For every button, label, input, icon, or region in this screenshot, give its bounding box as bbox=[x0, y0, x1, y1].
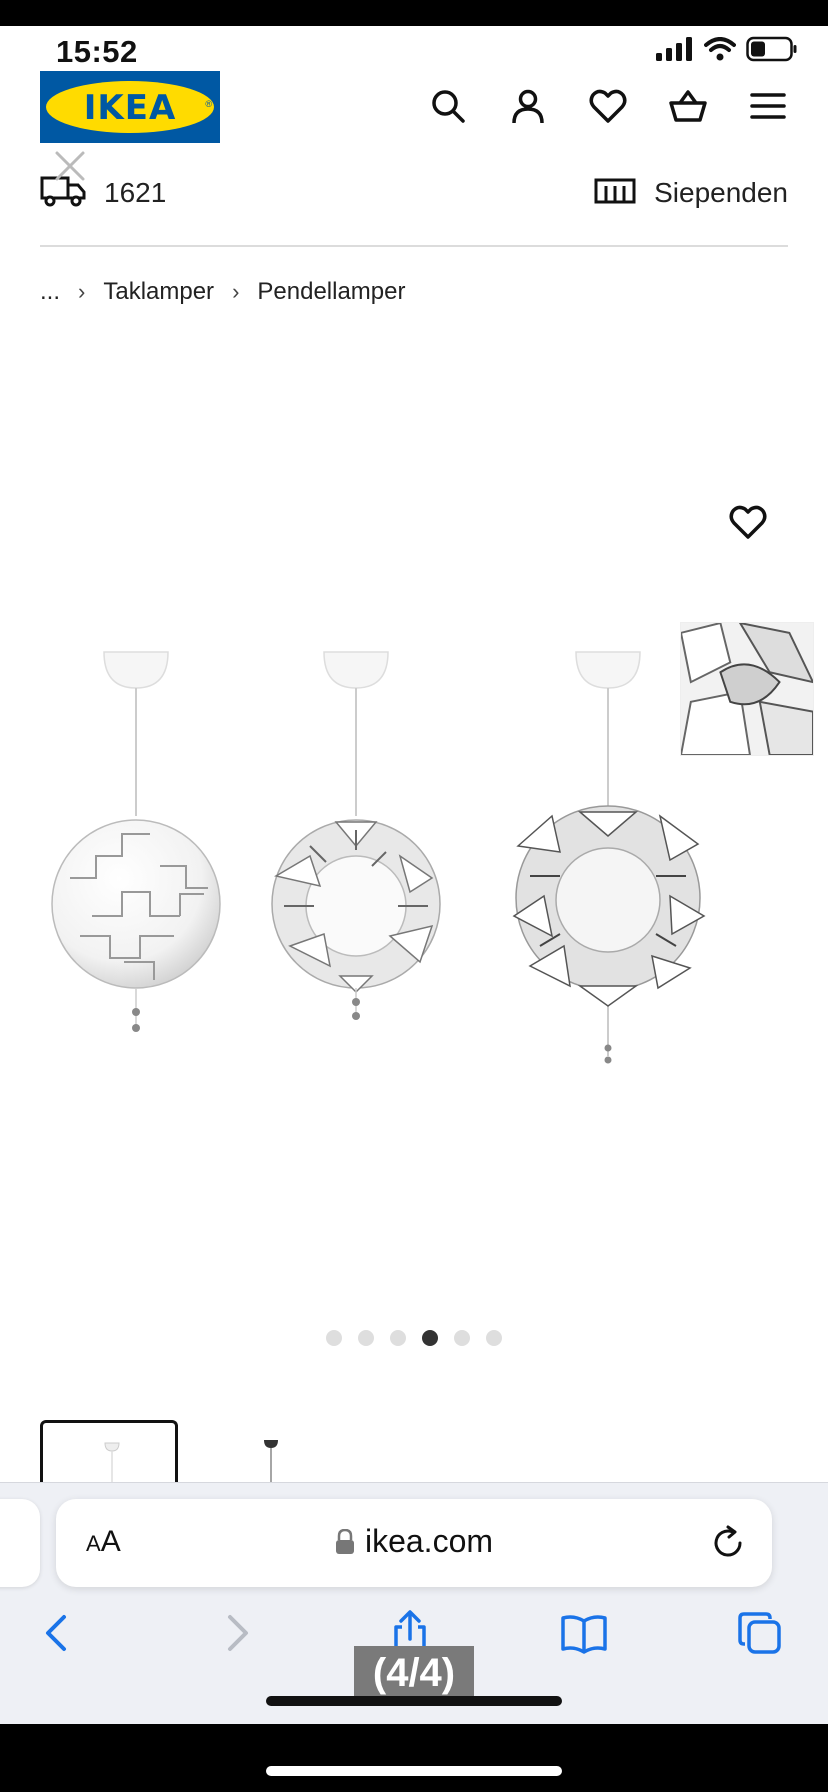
screen: 15:52 IKEA ® 1621 Siependen ... › Taklam… bbox=[0, 26, 828, 1724]
delivery-store-row: 1621 Siependen bbox=[40, 176, 788, 216]
thumbnail-strip bbox=[40, 1420, 340, 1490]
lamp-open bbox=[512, 651, 706, 1064]
image-counter-caption: (4/4) bbox=[354, 1646, 474, 1700]
search-icon[interactable] bbox=[428, 86, 468, 126]
product-image[interactable] bbox=[40, 616, 740, 1136]
chevron-right-icon: › bbox=[232, 279, 240, 304]
status-icons bbox=[656, 36, 798, 62]
carousel-dot[interactable] bbox=[486, 1330, 502, 1346]
close-icon[interactable] bbox=[52, 148, 88, 184]
breadcrumb-item-taklamper[interactable]: Taklamper bbox=[103, 278, 214, 306]
account-icon[interactable] bbox=[508, 86, 548, 126]
lamp-closed bbox=[51, 651, 221, 1032]
chevron-right-icon: › bbox=[78, 279, 86, 304]
url-display[interactable]: ikea.com bbox=[56, 1523, 772, 1560]
logo-text: IKEA bbox=[83, 88, 177, 128]
ikea-logo[interactable]: IKEA ® bbox=[40, 71, 220, 143]
carousel-dot[interactable] bbox=[454, 1330, 470, 1346]
thumbnail[interactable] bbox=[202, 1420, 340, 1490]
wifi-icon bbox=[704, 37, 736, 61]
carousel-dot[interactable] bbox=[390, 1330, 406, 1346]
divider bbox=[40, 245, 788, 247]
carousel-dots bbox=[0, 1330, 828, 1346]
back-icon[interactable] bbox=[34, 1609, 82, 1657]
home-indicator[interactable] bbox=[266, 1696, 562, 1706]
carousel-dot-active[interactable] bbox=[422, 1330, 438, 1346]
tabs-icon[interactable] bbox=[736, 1609, 784, 1657]
home-indicator-outer bbox=[266, 1766, 562, 1776]
basket-icon[interactable] bbox=[668, 86, 708, 126]
lamp-half-open bbox=[271, 651, 441, 1020]
postal-code: 1621 bbox=[104, 177, 167, 208]
store-info[interactable]: Siependen bbox=[594, 176, 788, 210]
header-icons bbox=[428, 86, 788, 126]
forward-icon[interactable] bbox=[212, 1609, 260, 1657]
breadcrumb-ellipsis[interactable]: ... bbox=[40, 278, 60, 306]
store-icon bbox=[594, 178, 636, 204]
previous-tab[interactable] bbox=[0, 1499, 40, 1587]
lock-icon bbox=[335, 1528, 354, 1554]
carousel-dot[interactable] bbox=[358, 1330, 374, 1346]
thumbnail-selected[interactable] bbox=[40, 1420, 178, 1490]
url-text: ikea.com bbox=[364, 1523, 494, 1559]
battery-icon bbox=[746, 36, 797, 62]
carousel-dot[interactable] bbox=[326, 1330, 342, 1346]
breadcrumb: ... › Taklamper › Pendellamper bbox=[40, 278, 405, 306]
favorite-heart-icon[interactable] bbox=[728, 502, 768, 542]
store-name: Siependen bbox=[654, 177, 788, 208]
heart-icon[interactable] bbox=[588, 86, 628, 126]
bookmarks-icon[interactable] bbox=[560, 1609, 608, 1657]
product-closeup-image bbox=[680, 622, 814, 756]
signal-icon bbox=[656, 37, 692, 61]
reload-icon[interactable] bbox=[710, 1525, 746, 1561]
menu-icon[interactable] bbox=[748, 86, 788, 126]
status-time: 15:52 bbox=[56, 34, 138, 69]
breadcrumb-item-pendellamper[interactable]: Pendellamper bbox=[257, 278, 405, 306]
address-bar[interactable]: AA ikea.com bbox=[56, 1499, 772, 1587]
